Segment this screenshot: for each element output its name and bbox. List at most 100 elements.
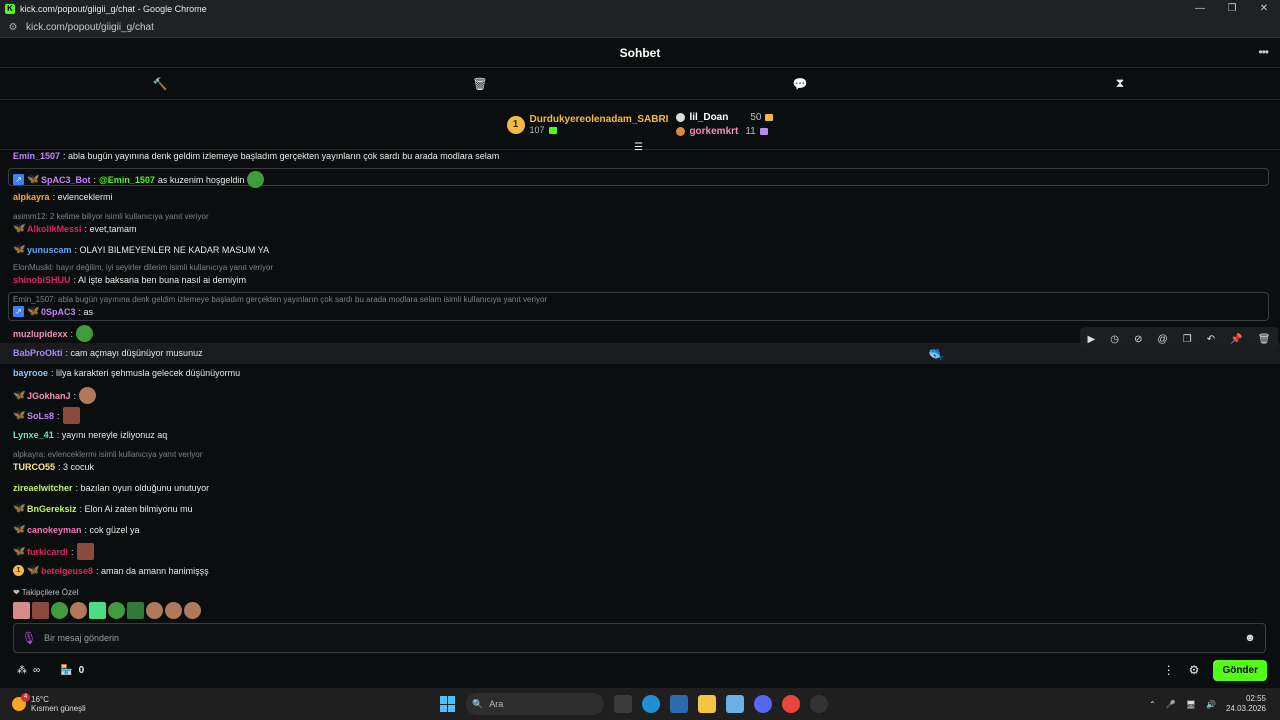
reply-context[interactable]: ElonMusikl: hayır değilim, iyi seyirler … [13,263,273,272]
chevron-up-icon[interactable]: ⌃ [1149,700,1156,709]
username[interactable]: JGokhanJ [27,391,71,401]
reply-icon[interactable]: ↶ [1207,334,1215,345]
restore-button[interactable]: ❐ [1216,3,1248,14]
more-options-icon[interactable]: ••• [1258,45,1269,59]
kebab-menu-icon[interactable]: ⋮ [1163,663,1175,677]
copy-icon[interactable]: ❐ [1183,334,1192,345]
followers-only-label: ❤ Takipçilere Özel [13,588,79,597]
mention-icon[interactable]: @ [1158,334,1168,345]
emote-icon[interactable] [70,602,87,619]
username[interactable]: furkicardi [27,547,68,557]
app-icon[interactable] [810,695,828,713]
emote-icon[interactable] [108,602,125,619]
username[interactable]: TURCO55 [13,462,55,472]
site-info-icon[interactable]: ⚙ [0,22,26,33]
emote-icon[interactable] [184,602,201,619]
edge-icon[interactable] [642,695,660,713]
butterfly-badge-icon: 🦋 [13,503,26,514]
butterfly-badge-icon: 🦋 [27,306,40,317]
list-item: muzlupidexx: [13,321,97,346]
reply-context[interactable]: Emin_1507: abla bugün yayınına denk geld… [13,295,547,304]
message-text: : as [78,306,94,317]
message-text: : 3 cocuk [58,462,95,472]
username[interactable]: yunuscam [27,245,72,255]
chat-message-input[interactable] [44,633,1235,643]
delete-icon[interactable]: 🗑 [1258,334,1271,345]
message-text: : aman da amann hanimişşş [96,565,209,576]
emote-icon[interactable] [127,602,144,619]
emote-icon[interactable] [89,602,106,619]
minimize-button[interactable]: — [1184,3,1216,14]
settings-app-icon[interactable] [726,695,744,713]
points-icon[interactable]: ⁂ [17,665,27,676]
username[interactable]: SoLs8 [27,411,54,421]
username[interactable]: 0SpAC3 [41,307,76,317]
file-explorer-icon[interactable] [698,695,716,713]
leaderboard-first-name[interactable]: Durdukyereolenadam_SABRI [530,114,669,125]
message-text: : evlenceklermi [52,192,113,202]
message-text: : abla bugün yayınına denk geldim izleme… [63,151,500,161]
chat-input-box: 🎙 ☻ [13,623,1266,653]
list-item: 🦋 SoLs8: [13,407,80,424]
hammer-icon[interactable]: 🔨 [153,77,168,91]
task-view-icon[interactable] [614,695,632,713]
message-text: : lilya karakteri şehmusla gelecek düşün… [51,368,241,378]
network-icon[interactable]: 🖥 [1186,700,1196,709]
chat-bubble-icon[interactable]: 💬 [793,77,808,91]
list-item: Lynxe_41: yayını nereyle izliyonuz aq [13,430,167,440]
play-icon[interactable]: ▶ [1088,334,1096,345]
message-action-toolbar: ▶ ◷ ⊘ @ ❐ ↶ 📌 🗑 [1080,327,1278,351]
microphone-icon[interactable]: 🎙 [14,631,44,645]
clock-icon[interactable]: ◷ [1110,334,1119,345]
username[interactable]: BnGereksiz [27,504,77,514]
pin-icon[interactable]: 📌 [1230,334,1242,345]
volume-icon[interactable]: 🔊 [1206,700,1216,709]
taskbar-search[interactable]: 🔍 Ara [466,693,604,715]
mention[interactable]: @Emin_1507 [99,175,155,185]
message-text: : bazıları oyun olduğunu unutuyor [75,483,210,493]
url-text[interactable]: kick.com/popout/giigii_g/chat [26,22,154,33]
emote-icon[interactable] [13,602,30,619]
leaderboard-third-name[interactable]: gorkemkrt [689,126,738,137]
store-icon[interactable]: 🏪 [60,665,72,676]
send-button[interactable]: Gönder [1213,659,1267,681]
username[interactable]: SpAC3_Bot [41,175,91,185]
username[interactable]: Lynxe_41 [13,430,54,440]
close-window-button[interactable]: ✕ [1248,3,1280,14]
search-icon: 🔍 [472,698,484,709]
username[interactable]: AlkolikMessi [27,224,82,234]
clock-time: 02:55 [1245,694,1266,703]
microphone-tray-icon[interactable]: 🎤 [1166,700,1176,709]
windows-start-icon[interactable] [440,696,456,712]
emote-icon[interactable] [146,602,163,619]
store-app-icon[interactable] [670,695,688,713]
emoji-picker-icon[interactable]: ☻ [1235,632,1265,644]
message-text: : evet,tamam [84,223,137,234]
leaderboard-second-name[interactable]: lil_Doan [689,112,728,123]
list-item: zireaelwitcher: bazıları oyun olduğunu u… [13,483,209,493]
username[interactable]: bayrooe [13,368,48,378]
username[interactable]: Emin_1507 [13,151,60,161]
discord-icon[interactable] [754,695,772,713]
hourglass-icon[interactable]: ⧗ [1116,76,1124,91]
list-item: 🦋 canokeyman: cok güzel ya [13,524,140,535]
weather-widget[interactable]: 4 16°C Kısmen güneşli [12,693,86,713]
reply-context[interactable]: alpkayra: evlenceklermi isimli kullanıcı… [13,450,202,459]
emote-icon[interactable] [165,602,182,619]
username[interactable]: shinobiSHUU [13,275,71,285]
emote-icon[interactable] [51,602,68,619]
emote-icon[interactable] [32,602,49,619]
trash-icon[interactable]: 🗑 [472,77,487,91]
list-item: 🦋 yunuscam: OLAYI BILMEYENLER NE KADAR M… [13,244,269,255]
username[interactable]: alpkayra [13,192,50,202]
settings-gear-icon[interactable]: ⚙ [1189,663,1200,677]
clock[interactable]: 02:55 24.03.2026 [1226,694,1266,714]
username[interactable]: betelgeuse8 [41,566,93,576]
username[interactable]: zireaelwitcher [13,483,73,493]
chrome-icon[interactable] [782,695,800,713]
username[interactable]: BabProOkti [13,348,63,358]
mute-icon[interactable]: ⊘ [1134,334,1142,345]
reply-context[interactable]: asimm12: 2 kelime biliyor isimli kullanı… [13,212,209,221]
username[interactable]: muzlupidexx [13,329,68,339]
username[interactable]: canokeyman [27,525,82,535]
